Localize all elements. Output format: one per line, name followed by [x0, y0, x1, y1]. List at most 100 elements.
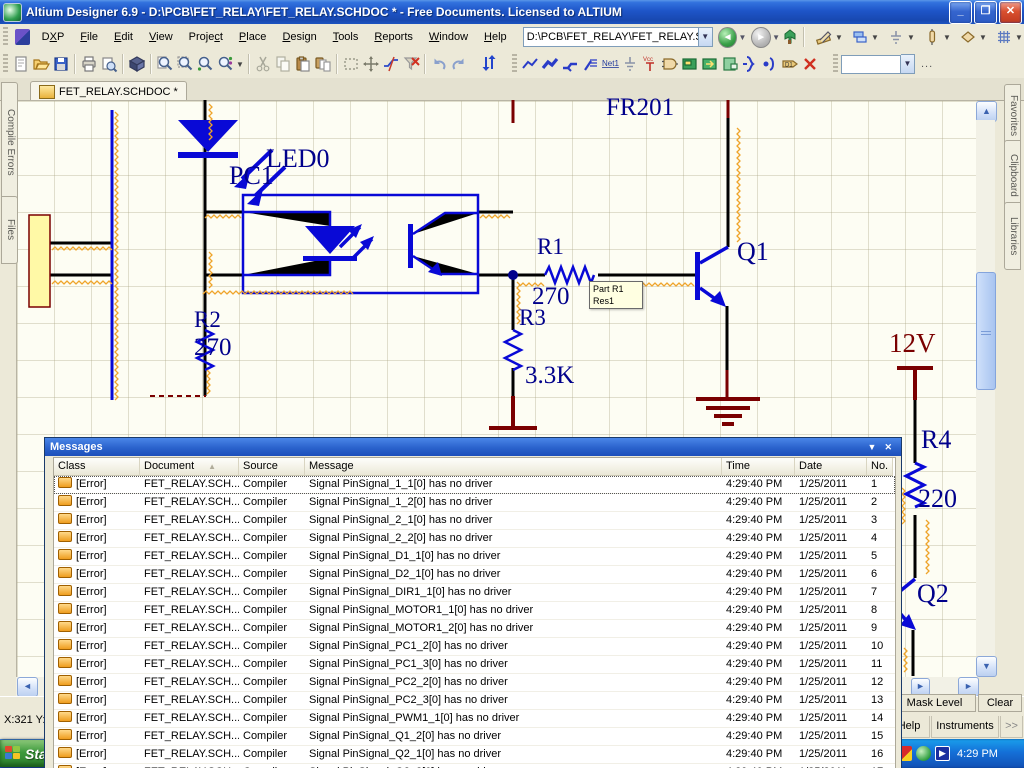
- message-row-2[interactable]: [Error]FET_RELAY.SCH...CompilerSignal Pi…: [54, 494, 895, 512]
- message-row-15[interactable]: [Error]FET_RELAY.SCH...CompilerSignal Pi…: [54, 728, 895, 746]
- menu-design[interactable]: Design: [274, 28, 324, 46]
- vcc-power-port-icon[interactable]: Vcc: [640, 54, 660, 74]
- power-label-12v[interactable]: 12V: [889, 330, 936, 357]
- device-sheet-icon[interactable]: [720, 54, 740, 74]
- message-row-10[interactable]: [Error]FET_RELAY.SCH...CompilerSignal Pi…: [54, 638, 895, 656]
- document-address-combo[interactable]: D:\PCB\FET_RELAY\FET_RELAY.SCHD ▼: [523, 27, 713, 47]
- variant-combo[interactable]: [841, 55, 901, 74]
- designator-fr201[interactable]: FR201: [606, 95, 674, 120]
- column-header-no[interactable]: No.: [867, 458, 893, 476]
- menu-window[interactable]: Window: [421, 28, 476, 46]
- menu-project[interactable]: Project: [181, 28, 231, 46]
- move-selection-icon[interactable]: [361, 54, 381, 74]
- port-icon[interactable]: D1: [780, 54, 800, 74]
- zoom-area-icon[interactable]: [175, 54, 195, 74]
- tab-fet-relay-schdoc[interactable]: FET_RELAY.SCHDOC *: [30, 81, 187, 101]
- utilities-icon[interactable]: [814, 27, 834, 47]
- navigate-back-icon[interactable]: ◄: [718, 27, 738, 48]
- message-row-8[interactable]: [Error]FET_RELAY.SCH...CompilerSignal Pi…: [54, 602, 895, 620]
- column-header-document[interactable]: Document▲: [140, 458, 239, 476]
- message-row-17[interactable]: [Error]FET_RELAY.SCH...CompilerSignal Pi…: [54, 764, 895, 768]
- grids-caret-icon[interactable]: ▼: [1015, 33, 1024, 42]
- column-header-message[interactable]: Message: [305, 458, 722, 476]
- menu-help[interactable]: Help: [476, 28, 515, 46]
- bus-entry-icon[interactable]: [580, 54, 600, 74]
- close-button[interactable]: ✕: [999, 1, 1022, 24]
- nets-icon[interactable]: [958, 27, 978, 47]
- title-bar[interactable]: Altium Designer 6.9 - D:\PCB\FET_RELAY\F…: [0, 0, 1024, 24]
- message-row-7[interactable]: [Error]FET_RELAY.SCH...CompilerSignal Pi…: [54, 584, 895, 602]
- message-row-5[interactable]: [Error]FET_RELAY.SCH...CompilerSignal Pi…: [54, 548, 895, 566]
- address-dropdown-icon[interactable]: ▼: [699, 27, 713, 47]
- clear-filter-icon[interactable]: [401, 54, 421, 74]
- toolbar-grip[interactable]: [3, 27, 8, 47]
- toolbar-grip[interactable]: [512, 54, 517, 74]
- redo-icon[interactable]: [449, 54, 469, 74]
- open-icon[interactable]: [31, 54, 51, 74]
- alignment-caret-icon[interactable]: ▼: [871, 33, 880, 42]
- message-row-4[interactable]: [Error]FET_RELAY.SCH...CompilerSignal Pi…: [54, 530, 895, 548]
- signal-harness-icon[interactable]: [560, 54, 580, 74]
- bus-icon[interactable]: [540, 54, 560, 74]
- toolbar-more-button[interactable]: ...: [921, 58, 933, 70]
- parts-icon[interactable]: [922, 27, 942, 47]
- designator-r4[interactable]: R4: [921, 427, 951, 453]
- column-header-time[interactable]: Time: [722, 458, 795, 476]
- print-preview-icon[interactable]: [99, 54, 119, 74]
- home-navigation-icon[interactable]: [780, 27, 800, 47]
- messages-close-icon[interactable]: ✕: [880, 442, 896, 453]
- column-header-date[interactable]: Date: [795, 458, 867, 476]
- zoom-document-icon[interactable]: [155, 54, 175, 74]
- scroll-left-icon[interactable]: ◄: [17, 677, 38, 697]
- sheet-symbol-icon[interactable]: [680, 54, 700, 74]
- view-3d-icon[interactable]: [127, 54, 147, 74]
- menu-view[interactable]: View: [141, 28, 181, 46]
- message-row-13[interactable]: [Error]FET_RELAY.SCH...CompilerSignal Pi…: [54, 692, 895, 710]
- right-tab-clipboard[interactable]: Clipboard: [1004, 140, 1021, 210]
- designator-r1[interactable]: R1: [537, 235, 564, 258]
- grids-icon[interactable]: [994, 27, 1014, 47]
- right-tab-libraries[interactable]: Libraries: [1004, 202, 1021, 270]
- designator-pc1[interactable]: PC1: [229, 163, 274, 189]
- menu-tools[interactable]: Tools: [325, 28, 367, 46]
- select-rect-icon[interactable]: [341, 54, 361, 74]
- messages-dropdown-icon[interactable]: ▼: [864, 442, 881, 452]
- designator-r3[interactable]: R3: [519, 306, 546, 329]
- messages-title-bar[interactable]: Messages ▼ ✕: [45, 438, 901, 456]
- gnd-power-port-icon[interactable]: [620, 54, 640, 74]
- zoom-dropdown-caret-icon[interactable]: ▼: [236, 60, 245, 69]
- message-row-3[interactable]: [Error]FET_RELAY.SCH...CompilerSignal Pi…: [54, 512, 895, 530]
- menu-dxp[interactable]: DXP: [34, 28, 73, 46]
- value-r4[interactable]: 220: [918, 486, 957, 512]
- menu-reports[interactable]: Reports: [366, 28, 421, 46]
- left-tab-files[interactable]: Files: [1, 196, 18, 264]
- instruments-panel-button[interactable]: Instruments: [931, 716, 999, 738]
- cross-probe-icon[interactable]: [479, 53, 499, 73]
- designator-led0[interactable]: LED0: [266, 146, 330, 172]
- wire-icon[interactable]: [520, 54, 540, 74]
- harness-connector-icon[interactable]: [740, 54, 760, 74]
- scroll-down-icon[interactable]: ▼: [976, 656, 997, 677]
- part-icon[interactable]: [660, 54, 680, 74]
- parts-caret-icon[interactable]: ▼: [943, 33, 952, 42]
- paste-icon[interactable]: [293, 54, 313, 74]
- message-row-6[interactable]: [Error]FET_RELAY.SCH...CompilerSignal Pi…: [54, 566, 895, 584]
- break-wire-icon[interactable]: [381, 54, 401, 74]
- download-manager-tray-icon[interactable]: [916, 746, 931, 761]
- cut-icon[interactable]: [253, 54, 273, 74]
- harness-entry-icon[interactable]: [760, 54, 780, 74]
- column-header-source[interactable]: Source: [239, 458, 305, 476]
- zoom-fit-icon[interactable]: [215, 54, 235, 74]
- navigate-forward-icon[interactable]: ►: [751, 27, 771, 48]
- right-tab-favorites[interactable]: Favorites: [1004, 84, 1021, 148]
- player-tray-icon[interactable]: ▶: [935, 746, 950, 761]
- column-header-class[interactable]: Class: [54, 458, 140, 476]
- alignment-icon[interactable]: [850, 27, 870, 47]
- left-tab-compile-errors[interactable]: Compile Errors: [1, 82, 18, 202]
- power-sources-icon[interactable]: [886, 27, 906, 47]
- designator-r2[interactable]: R2: [194, 308, 221, 331]
- value-r3[interactable]: 3.3K: [525, 363, 574, 388]
- value-r2[interactable]: 270: [194, 335, 232, 360]
- power-sources-caret-icon[interactable]: ▼: [907, 33, 916, 42]
- paste-array-icon[interactable]: [313, 54, 333, 74]
